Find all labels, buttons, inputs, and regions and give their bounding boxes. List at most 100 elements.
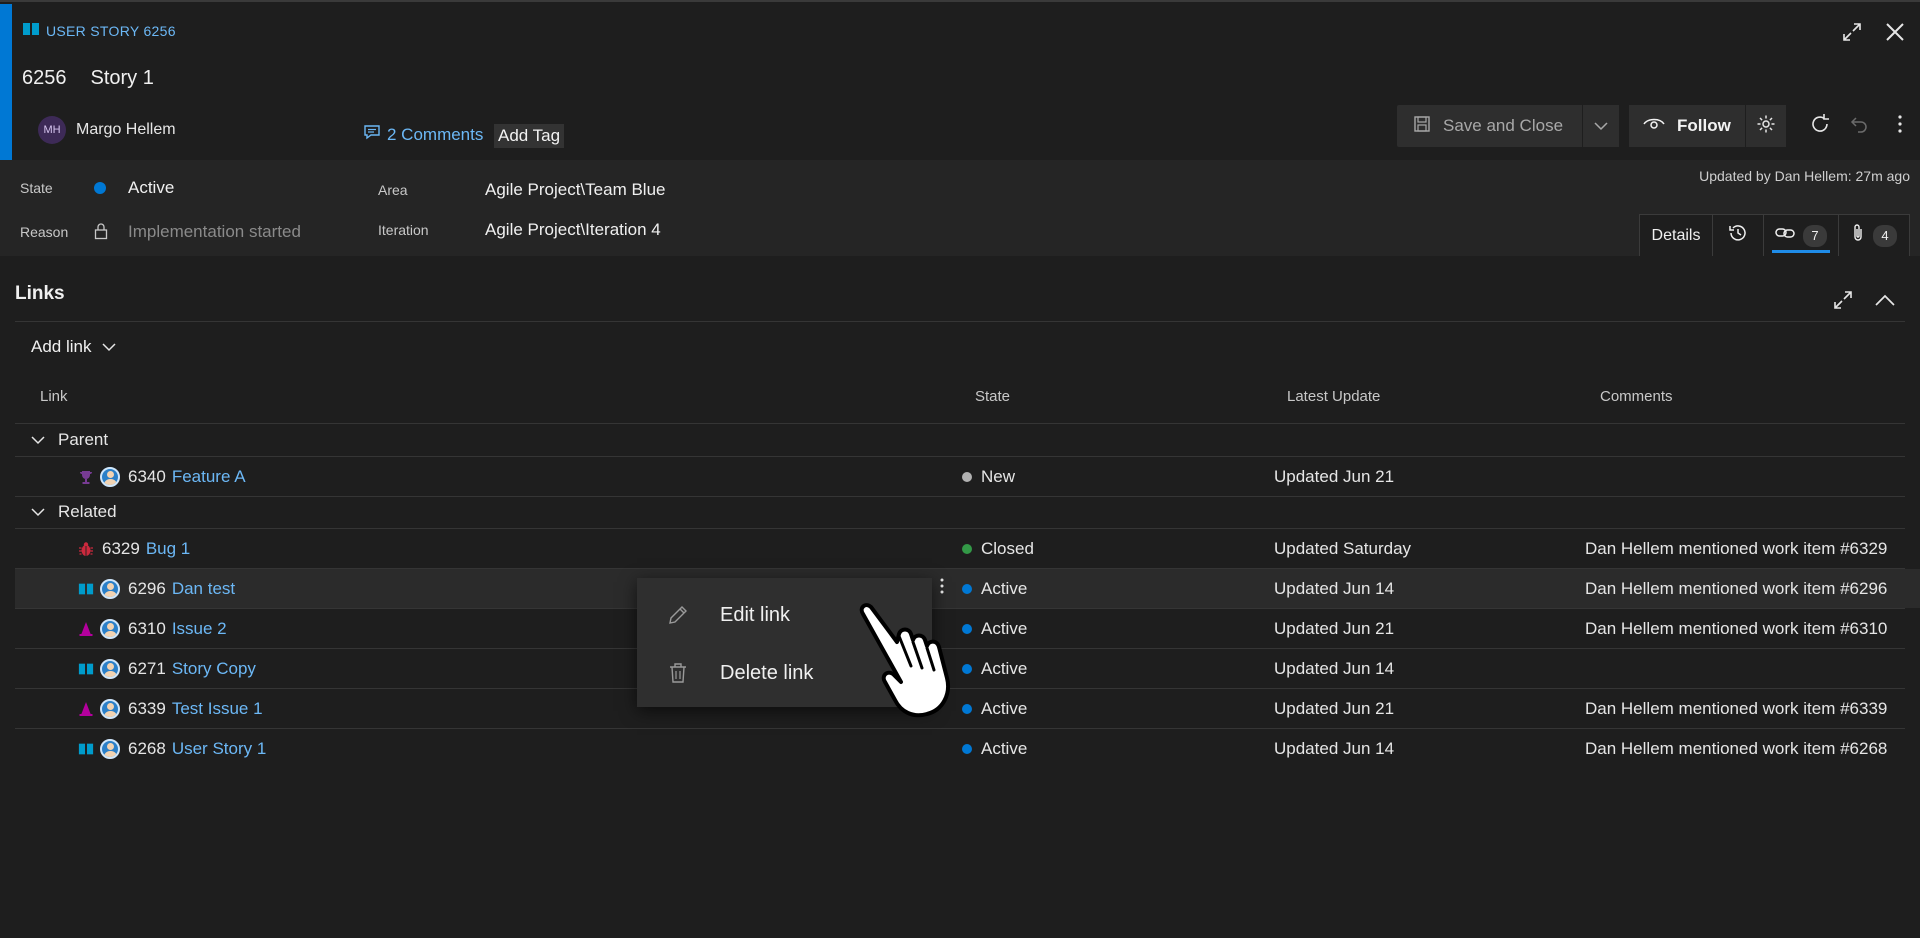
save-and-close-button[interactable]: Save and Close <box>1397 105 1582 147</box>
link-cell: 6329 Bug 1 <box>78 529 190 568</box>
state-cell: Active <box>962 729 1027 768</box>
table-row[interactable]: 6296 Dan test Active Updated Jun 14 Dan … <box>15 569 1920 608</box>
work-item-fields: State Active Reason Implementation start… <box>0 160 1920 256</box>
assignee-field[interactable]: MH Margo Hellem <box>38 116 176 144</box>
tab-details-label: Details <box>1651 226 1701 244</box>
reason-label: Reason <box>20 224 69 240</box>
state-cell: Active <box>962 649 1027 688</box>
save-options-dropdown[interactable] <box>1583 105 1619 147</box>
add-tag-button[interactable]: Add Tag <box>494 124 565 148</box>
settings-button[interactable] <box>1746 105 1786 147</box>
save-label: Save and Close <box>1443 116 1564 135</box>
table-row[interactable]: 6339 Test Issue 1 Active Updated Jun 21 … <box>15 689 1920 728</box>
book-icon <box>78 661 94 677</box>
avatar <box>100 466 120 487</box>
state-dot <box>962 543 972 554</box>
comment-cell: Dan Hellem mentioned work item #6339 <box>1585 698 1888 718</box>
table-row[interactable]: 6340 Feature A New Updated Jun 21 <box>15 457 1920 496</box>
comment-cell: Dan Hellem mentioned work item #6310 <box>1585 618 1888 638</box>
updated-cell: Updated Jun 21 <box>1274 466 1395 486</box>
refresh-icon <box>1809 113 1831 140</box>
comment-cell: Dan Hellem mentioned work item #6268 <box>1585 738 1888 758</box>
column-header-comments[interactable]: Comments <box>1600 388 1673 405</box>
avatar <box>100 618 120 639</box>
paperclip-icon <box>1851 223 1865 248</box>
tab-details[interactable]: Details <box>1640 215 1713 256</box>
work-item-link[interactable]: Issue 2 <box>172 619 227 639</box>
tab-links[interactable]: 7 <box>1764 215 1839 256</box>
add-link-button[interactable]: Add link <box>31 337 117 357</box>
expand-icon[interactable] <box>1840 20 1864 44</box>
work-item-id: 6296 <box>128 578 166 598</box>
table-row[interactable]: 6310 Issue 2 Active Updated Jun 21 Dan H… <box>15 609 1920 648</box>
trophy-icon <box>78 469 94 485</box>
state-text: Active <box>981 618 1028 638</box>
work-item-id: 6271 <box>128 658 166 678</box>
work-item-link[interactable]: Dan test <box>172 579 235 599</box>
state-dot <box>962 583 972 594</box>
state-cell: Closed <box>962 529 1034 568</box>
expand-links-icon[interactable] <box>1830 288 1856 312</box>
avatar <box>100 658 120 679</box>
column-header-state[interactable]: State <box>975 388 1010 405</box>
iteration-value[interactable]: Agile Project\Iteration 4 <box>485 220 661 240</box>
more-vertical-icon <box>1897 114 1903 139</box>
tab-attachments[interactable]: 4 <box>1839 215 1909 256</box>
table-row[interactable]: 6268 User Story 1 Active Updated Jun 14 … <box>15 729 1920 768</box>
work-item-id: 6268 <box>128 738 166 758</box>
work-item-window: USER STORY 6256 6256 Story 1 MH Margo He… <box>0 0 1920 938</box>
column-header-link[interactable]: Link <box>40 388 68 405</box>
comment-cell: Dan Hellem mentioned work item #6296 <box>1585 578 1888 598</box>
tab-history[interactable] <box>1713 215 1764 256</box>
state-cell: New <box>962 457 1015 496</box>
work-item-link[interactable]: Story Copy <box>172 659 256 679</box>
avatar <box>100 698 120 719</box>
group-parent[interactable]: Parent <box>30 430 108 450</box>
more-vertical-icon <box>939 577 945 600</box>
work-item-id: 6329 <box>102 538 140 558</box>
more-actions-button[interactable] <box>1880 105 1920 147</box>
trash-icon <box>665 660 691 686</box>
updated-cell: Updated Jun 14 <box>1274 658 1395 678</box>
lock-icon <box>94 222 108 245</box>
links-heading: Links <box>15 283 65 304</box>
link-cell: 6310 Issue 2 <box>78 609 227 648</box>
refresh-button[interactable] <box>1800 105 1840 147</box>
undo-button[interactable] <box>1840 105 1880 147</box>
work-item-title-row[interactable]: 6256 Story 1 <box>22 67 154 90</box>
edit-link-label: Edit link <box>720 603 791 626</box>
work-item-title[interactable]: Story 1 <box>91 67 154 90</box>
state-dot <box>962 743 972 754</box>
work-item-link[interactable]: User Story 1 <box>172 739 266 759</box>
updated-by-text[interactable]: Updated by Dan Hellem: 27m ago <box>1699 168 1910 184</box>
comments-link[interactable]: 2 Comments <box>363 124 483 145</box>
work-item-link[interactable]: Test Issue 1 <box>172 699 263 719</box>
link-cell: 6296 Dan test <box>78 569 235 608</box>
bug-icon <box>78 541 94 557</box>
issue-icon <box>78 701 94 717</box>
follow-button[interactable]: Follow <box>1629 105 1745 147</box>
link-cell: 6271 Story Copy <box>78 649 256 688</box>
attachments-count-badge: 4 <box>1873 224 1897 247</box>
group-related[interactable]: Related <box>30 502 117 522</box>
table-row[interactable]: 6329 Bug 1 Closed Updated Saturday Dan H… <box>15 529 1920 568</box>
delete-link-label: Delete link <box>720 661 814 684</box>
table-row[interactable]: 6271 Story Copy Active Updated Jun 14 <box>15 649 1920 688</box>
state-value[interactable]: Active <box>128 178 174 198</box>
work-item-id: 6339 <box>128 698 166 718</box>
divider <box>15 423 1905 424</box>
work-item-header: USER STORY 6256 6256 Story 1 MH Margo He… <box>0 2 1920 160</box>
group-label: Related <box>58 502 117 521</box>
group-label: Parent <box>58 430 109 449</box>
close-icon[interactable] <box>1883 20 1907 44</box>
work-item-id: 6340 <box>128 466 166 486</box>
state-text: Active <box>981 738 1028 758</box>
work-item-link[interactable]: Bug 1 <box>146 539 190 559</box>
row-more-button[interactable] <box>932 577 952 599</box>
column-header-latest-update[interactable]: Latest Update <box>1287 388 1380 405</box>
collapse-section-icon[interactable] <box>1872 288 1898 312</box>
area-value[interactable]: Agile Project\Team Blue <box>485 180 665 200</box>
work-item-link[interactable]: Feature A <box>172 467 246 487</box>
work-item-id: 6310 <box>128 618 166 638</box>
state-text: Active <box>981 658 1028 678</box>
